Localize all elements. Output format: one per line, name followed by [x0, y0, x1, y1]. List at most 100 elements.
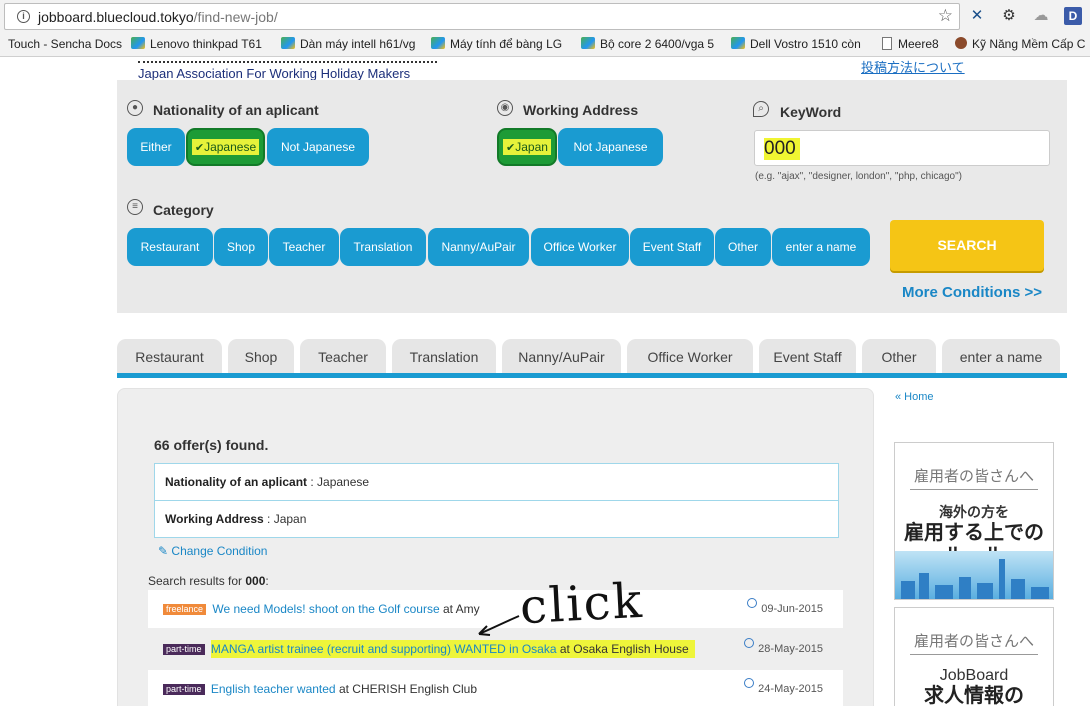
- nationality-not-japanese-button[interactable]: Not Japanese: [267, 128, 369, 166]
- category-shop-button[interactable]: Shop: [214, 228, 268, 266]
- job-company: CHERISH English Club: [352, 682, 478, 696]
- tab-shop[interactable]: Shop: [228, 339, 294, 373]
- tab-teacher[interactable]: Teacher: [300, 339, 386, 373]
- url-path: /find-new-job/: [193, 9, 278, 25]
- click-annotation: click: [518, 572, 645, 636]
- clock-icon: [744, 678, 755, 688]
- tab-other[interactable]: Other: [862, 339, 936, 373]
- keyword-value: 000: [764, 138, 800, 160]
- address-japan-button[interactable]: Japan: [497, 128, 557, 166]
- category-teacher-button[interactable]: Teacher: [269, 228, 339, 266]
- extension-x-icon[interactable]: ✕: [968, 7, 986, 25]
- jobboard-info-banner[interactable]: 雇用者の皆さんへ JobBoard 求人情報の: [894, 607, 1054, 706]
- job-date: 09-Jun-2015: [747, 590, 823, 628]
- tab-translation[interactable]: Translation: [392, 339, 496, 373]
- pencil-icon: ✎: [158, 544, 169, 558]
- cloud-icon[interactable]: ☁: [1032, 7, 1050, 25]
- tab-event-staff[interactable]: Event Staff: [759, 339, 856, 373]
- document-icon: [882, 37, 892, 50]
- gear-icon[interactable]: ⚙: [1000, 7, 1018, 25]
- city-skyline-image: [895, 551, 1053, 599]
- extension-d-icon[interactable]: D: [1064, 7, 1082, 25]
- bookmark-star-icon[interactable]: ☆: [938, 6, 953, 26]
- job-type-badge: part-time: [163, 684, 205, 695]
- keyword-hint: (e.g. "ajax", "designer, london", "php, …: [755, 171, 962, 182]
- banner-line: 雇用する上での: [904, 522, 1044, 544]
- bookmark-favicon-icon: [581, 37, 595, 49]
- condition-row: Working Address : Japan: [165, 512, 307, 526]
- bookmark-item[interactable]: Kỹ Năng Mềm Cấp C: [955, 37, 1085, 51]
- job-company: Osaka English House: [573, 642, 689, 656]
- bookmark-favicon-icon: [131, 37, 145, 49]
- job-title-link[interactable]: MANGA artist trainee (recruit and suppor…: [211, 642, 557, 656]
- clock-icon: [747, 598, 758, 608]
- banner-heading: 雇用者の皆さんへ: [910, 630, 1038, 655]
- association-title: Japan Association For Working Holiday Ma…: [138, 61, 437, 81]
- nationality-either-button[interactable]: Either: [127, 128, 185, 166]
- category-nanny-button[interactable]: Nanny/AuPair: [428, 228, 529, 266]
- bookmark-item[interactable]: Meere8: [882, 37, 939, 51]
- home-link[interactable]: « Home: [895, 391, 934, 403]
- condition-row: Nationality of an aplicant : Japanese: [155, 464, 838, 501]
- url-text: jobboard.bluecloud.tokyo/find-new-job/: [38, 9, 278, 25]
- list-icon: ≡: [127, 199, 143, 215]
- job-date: 24-May-2015: [744, 670, 823, 706]
- posting-guide-link[interactable]: 投稿方法について: [861, 57, 965, 76]
- job-title-link[interactable]: We need Models! shoot on the Golf course: [212, 602, 439, 616]
- arrow-annotation-icon: [478, 615, 520, 636]
- bookmark-item[interactable]: Dell Vostro 1510 còn: [731, 37, 861, 51]
- job-type-badge: part-time: [163, 644, 205, 655]
- keyword-title: KeyWord: [780, 104, 842, 120]
- condition-summary: Nationality of an aplicant : Japanese Wo…: [154, 463, 839, 538]
- job-date: 28-May-2015: [744, 630, 823, 668]
- category-office-worker-button[interactable]: Office Worker: [531, 228, 629, 266]
- category-translation-button[interactable]: Translation: [340, 228, 426, 266]
- tab-office-worker[interactable]: Office Worker: [627, 339, 753, 373]
- bookmark-favicon-icon: [431, 37, 445, 49]
- job-row[interactable]: part-time English teacher wanted at CHER…: [148, 670, 843, 706]
- bookmark-item[interactable]: Touch - Sencha Docs: [8, 37, 122, 51]
- search-panel: ● Nationality of an aplicant Either Japa…: [117, 80, 1067, 313]
- category-event-staff-button[interactable]: Event Staff: [630, 228, 714, 266]
- category-tabs: Restaurant Shop Teacher Translation Nann…: [117, 339, 1067, 378]
- tab-enter-name[interactable]: enter a name: [942, 339, 1060, 373]
- working-address-title: Working Address: [523, 102, 639, 118]
- job-title-link[interactable]: English teacher wanted: [211, 682, 336, 696]
- category-restaurant-button[interactable]: Restaurant: [127, 228, 213, 266]
- info-icon[interactable]: i: [17, 10, 30, 23]
- browser-toolbar: i jobboard.bluecloud.tokyo/find-new-job/…: [0, 0, 1090, 33]
- address-bar[interactable]: i jobboard.bluecloud.tokyo/find-new-job/…: [4, 3, 960, 30]
- clock-icon: [744, 638, 755, 648]
- category-other-button[interactable]: Other: [715, 228, 771, 266]
- banner-line: 求人情報の: [924, 685, 1024, 706]
- address-not-japanese-button[interactable]: Not Japanese: [558, 128, 663, 166]
- search-button[interactable]: SEARCH: [890, 220, 1044, 271]
- category-enter-name-button[interactable]: enter a name: [772, 228, 870, 266]
- bookmark-favicon-icon: [731, 37, 745, 49]
- category-title: Category: [153, 202, 214, 218]
- nationality-title: Nationality of an aplicant: [153, 102, 319, 118]
- bookmark-item[interactable]: Lenovo thinkpad T61: [131, 37, 262, 51]
- banner-heading: 雇用者の皆さんへ: [910, 465, 1038, 490]
- banner-line: JobBoard: [939, 667, 1009, 684]
- more-conditions-link[interactable]: More Conditions >>: [902, 284, 1042, 301]
- offer-count: 66 offer(s) found.: [154, 437, 269, 453]
- bookmark-favicon-icon: [955, 37, 967, 49]
- employer-rules-banner[interactable]: 雇用者の皆さんへ 海外の方を 雇用する上での ルール: [894, 442, 1054, 600]
- url-domain: jobboard.bluecloud.tokyo: [38, 9, 194, 25]
- bookmark-favicon-icon: [281, 37, 295, 49]
- keyword-input[interactable]: 000: [754, 130, 1050, 166]
- bookmark-item[interactable]: Dàn máy intell h61/vg: [281, 37, 415, 51]
- nationality-japanese-button[interactable]: Japanese: [186, 128, 265, 166]
- page-root: i jobboard.bluecloud.tokyo/find-new-job/…: [0, 0, 1090, 706]
- search-results-for: Search results for 000:: [148, 574, 269, 588]
- tab-nanny[interactable]: Nanny/AuPair: [502, 339, 621, 373]
- location-pin-icon: ◉: [497, 100, 513, 116]
- tab-restaurant[interactable]: Restaurant: [117, 339, 222, 373]
- bookmark-item[interactable]: Bộ core 2 6400/vga 5: [581, 37, 714, 51]
- person-icon: ●: [127, 100, 143, 116]
- change-condition-link[interactable]: ✎ Change Condition: [158, 544, 267, 558]
- results-panel: 66 offer(s) found. Nationality of an apl…: [117, 388, 874, 706]
- bookmark-item[interactable]: Máy tính để bàng LG: [431, 37, 562, 51]
- banner-line: 海外の方を: [939, 504, 1009, 520]
